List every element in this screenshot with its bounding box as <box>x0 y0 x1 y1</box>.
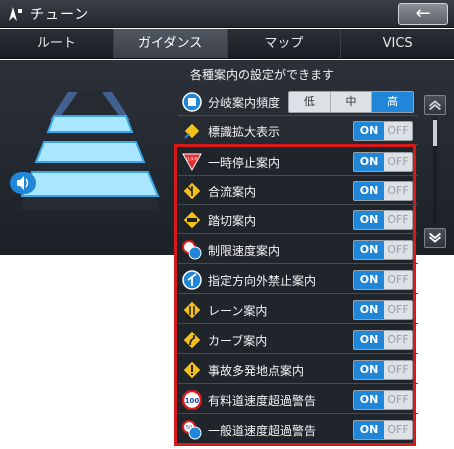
list-item: 事故多発地点案内 ON OFF <box>178 356 418 384</box>
row-label: 踏切案内 <box>208 214 257 228</box>
toggle-on[interactable]: ON <box>354 122 384 140</box>
frequency-low-option[interactable]: 低 <box>289 92 331 112</box>
warning-sign-icon <box>182 360 202 380</box>
direction-guidance-toggle[interactable]: ON OFF <box>353 270 413 290</box>
speed-100-icon: 100 <box>182 390 202 410</box>
row-label: 事故多発地点案内 <box>208 364 305 378</box>
tab-bar: ルート ガイダンス マップ VICS <box>0 29 454 59</box>
row-label: レーン案内 <box>208 304 268 318</box>
navigation-icon <box>9 7 22 21</box>
scroll-down-button[interactable] <box>424 228 446 248</box>
lane-sign-icon <box>182 300 202 320</box>
chevron-up-icon <box>429 100 441 111</box>
list-item: 踏切案内 ON OFF <box>178 206 418 234</box>
toggle-on[interactable]: ON <box>354 211 384 229</box>
toggle-off[interactable]: OFF <box>384 182 412 200</box>
toggle-off[interactable]: OFF <box>384 421 412 439</box>
chevron-down-icon <box>429 232 441 243</box>
row-label: 指定方向外禁止案内 <box>208 274 317 288</box>
stop-guidance-toggle[interactable]: ON OFF <box>353 152 413 172</box>
toggle-on[interactable]: ON <box>354 361 384 379</box>
toggle-on[interactable]: ON <box>354 182 384 200</box>
sign-enlarge-icon <box>183 122 201 140</box>
row-label: 有料道速度超過警告 <box>208 394 317 408</box>
direction-sign-icon <box>182 270 202 290</box>
stop-sign-icon: 止まれ <box>182 153 202 172</box>
toggle-on[interactable]: ON <box>354 301 384 319</box>
list-item: 指定方向外禁止案内 ON OFF <box>178 266 418 294</box>
row-label: 制限速度案内 <box>208 244 281 258</box>
branch-frequency-label: 分岐案内頻度 <box>208 96 281 110</box>
list-item: 止まれ 一時停止案内 ON OFF <box>178 148 418 176</box>
toggle-off[interactable]: OFF <box>384 361 412 379</box>
tab-guidance[interactable]: ガイダンス <box>113 29 228 58</box>
toggle-on[interactable]: ON <box>354 331 384 349</box>
list-item: 100 有料道速度超過警告 ON OFF <box>178 386 418 414</box>
svg-text:止まれ: 止まれ <box>186 155 198 161</box>
branch-frequency-selector: 低 中 高 <box>288 91 414 113</box>
toll-speed-warning-toggle[interactable]: ON OFF <box>353 390 413 410</box>
scroll-up-button[interactable] <box>424 95 446 115</box>
merge-sign-icon <box>182 181 202 201</box>
page-title: チューン <box>30 7 90 23</box>
frequency-mid-option[interactable]: 中 <box>330 92 373 112</box>
general-speed-warning-toggle[interactable]: ON OFF <box>353 420 413 440</box>
title-bar: チューン ← <box>0 0 454 28</box>
merge-guidance-toggle[interactable]: ON OFF <box>353 181 413 201</box>
toggle-on[interactable]: ON <box>354 271 384 289</box>
scroll-thumb[interactable] <box>433 120 437 146</box>
list-item: レーン案内 ON OFF <box>178 296 418 324</box>
lane-guidance-toggle[interactable]: ON OFF <box>353 300 413 320</box>
toggle-on[interactable]: ON <box>354 241 384 259</box>
toggle-off[interactable]: OFF <box>384 271 412 289</box>
frequency-high-option[interactable]: 高 <box>372 92 413 112</box>
row-label: 一時停止案内 <box>208 156 281 170</box>
speed-limit-toggle[interactable]: ON OFF <box>353 240 413 260</box>
list-item: カーブ案内 ON OFF <box>178 326 418 354</box>
tab-map[interactable]: マップ <box>227 29 342 58</box>
toggle-off[interactable]: OFF <box>384 153 412 171</box>
toggle-off[interactable]: OFF <box>384 391 412 409</box>
toggle-on[interactable]: ON <box>354 421 384 439</box>
svg-text:100: 100 <box>185 397 200 405</box>
list-item: 制限速度案内 ON OFF <box>178 236 418 264</box>
list-item: 50 一般道速度超過警告 ON OFF <box>178 416 418 444</box>
curve-guidance-toggle[interactable]: ON OFF <box>353 330 413 350</box>
list-item: 合流案内 ON OFF <box>178 177 418 205</box>
settings-header: 各種案内の設定ができます <box>190 68 335 82</box>
row-label: カーブ案内 <box>208 334 268 348</box>
railroad-crossing-icon <box>182 210 202 230</box>
toggle-off[interactable]: OFF <box>384 301 412 319</box>
sign-enlarge-toggle[interactable]: ON OFF <box>353 121 413 141</box>
railroad-guidance-toggle[interactable]: ON OFF <box>353 210 413 230</box>
branch-guidance-row: 分岐案内頻度 低 中 高 <box>178 88 418 116</box>
toggle-on[interactable]: ON <box>354 153 384 171</box>
toggle-on[interactable]: ON <box>354 391 384 409</box>
branch-frequency-icon <box>182 92 202 112</box>
speaker-icon <box>10 172 36 194</box>
toggle-off[interactable]: OFF <box>384 211 412 229</box>
tab-vics[interactable]: VICS <box>341 29 454 58</box>
speed-50-icon: 50 <box>182 420 202 440</box>
toggle-off[interactable]: OFF <box>384 122 412 140</box>
tab-route[interactable]: ルート <box>0 29 114 58</box>
speed-limit-icon <box>182 240 202 260</box>
sign-enlarge-label: 標識拡大表示 <box>208 125 281 139</box>
toggle-off[interactable]: OFF <box>384 331 412 349</box>
accident-guidance-toggle[interactable]: ON OFF <box>353 360 413 380</box>
back-button[interactable]: ← <box>398 3 448 25</box>
toggle-off[interactable]: OFF <box>384 241 412 259</box>
curve-sign-icon <box>182 330 202 350</box>
sign-enlarge-row: 標識拡大表示 ON OFF <box>178 117 418 145</box>
row-label: 一般道速度超過警告 <box>208 424 317 438</box>
row-label: 合流案内 <box>208 185 257 199</box>
